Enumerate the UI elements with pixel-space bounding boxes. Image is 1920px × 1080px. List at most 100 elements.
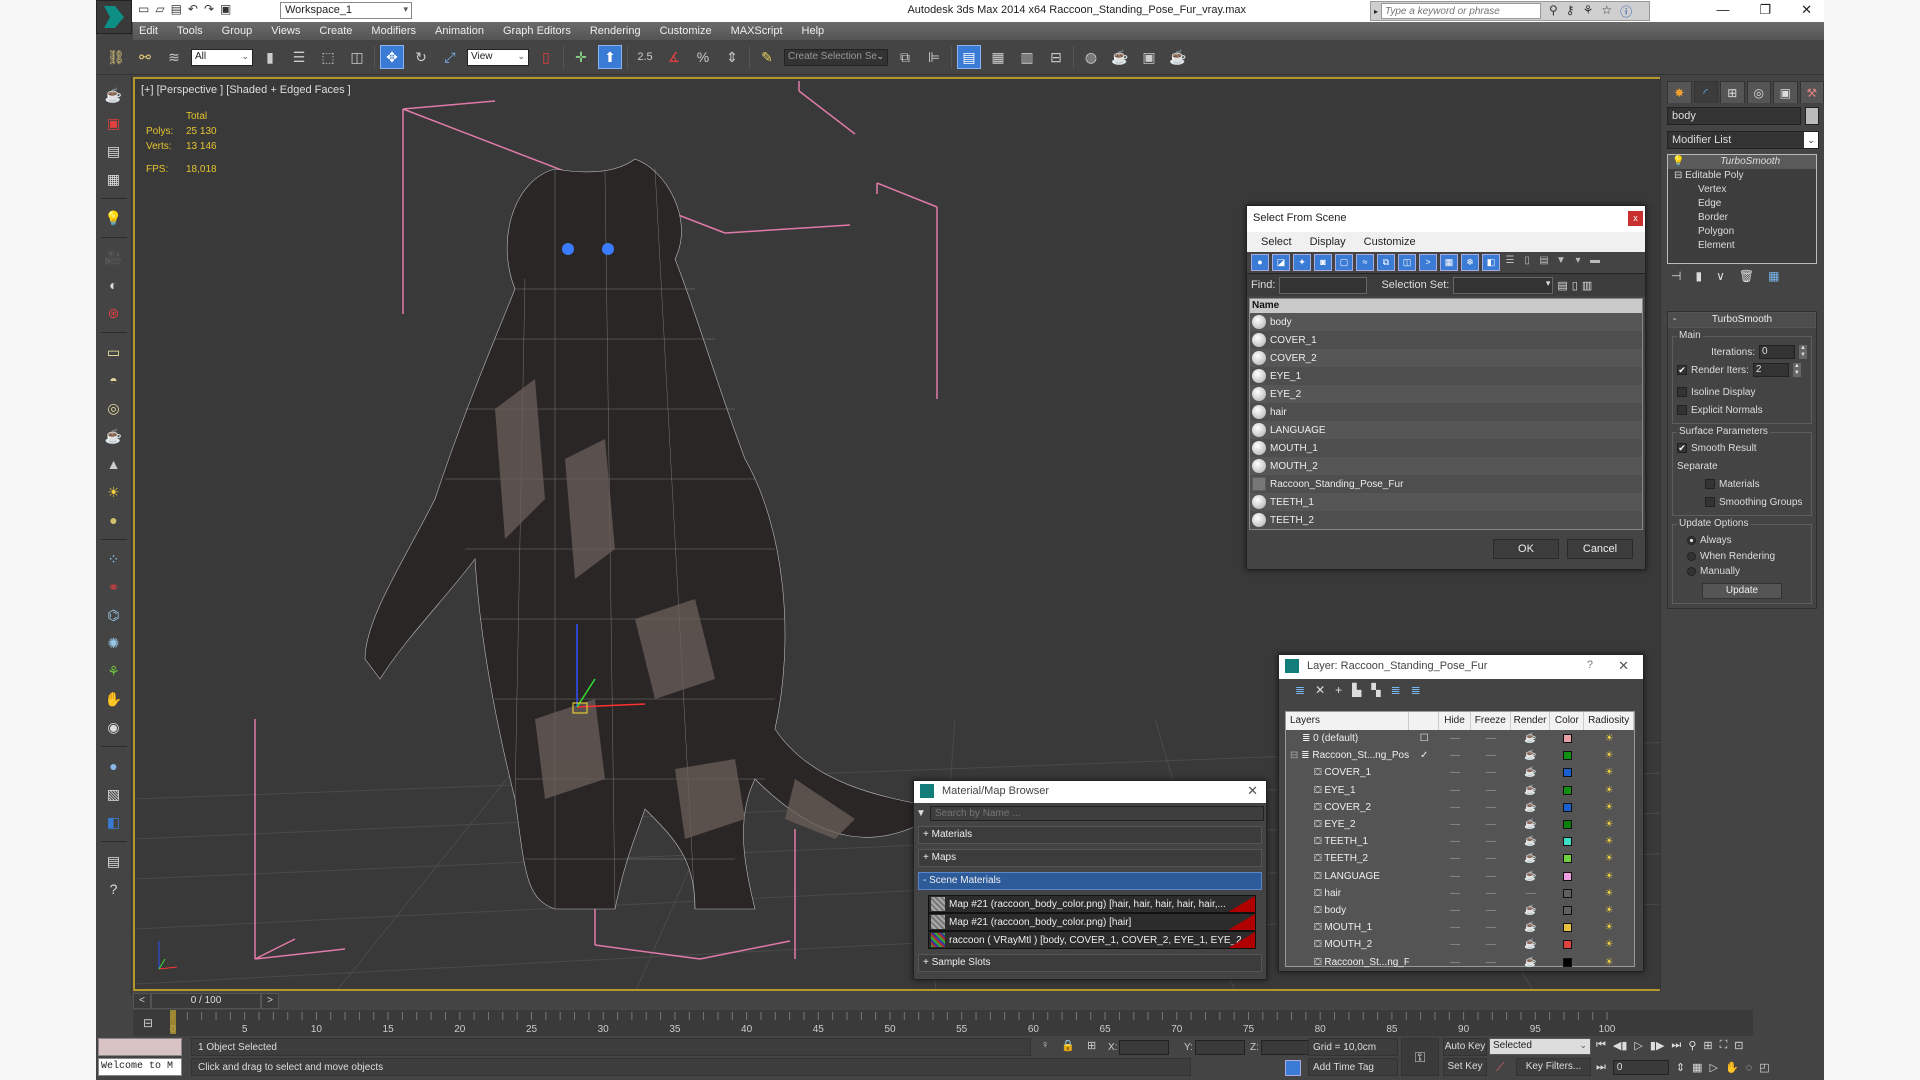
ies-light-icon[interactable]: ▲ [103, 453, 125, 475]
geometry-filter-icon[interactable]: ● [1251, 254, 1269, 271]
layer-row[interactable]: ⊟ ≣ Raccoon_St...ng_Pose ✓ — — ☕ ☀ [1286, 747, 1634, 764]
add-to-layer-icon[interactable]: + [1335, 683, 1342, 697]
layer-row[interactable]: ⛋ Raccoon_St...ng_F — — ☕ ☀ [1286, 953, 1634, 970]
render-teapot-icon[interactable]: ☕ [1511, 836, 1551, 847]
lightbulb-icon[interactable]: 💡 [1672, 155, 1684, 169]
show-end-result-icon[interactable]: ▮ [1695, 269, 1702, 283]
layer-row[interactable]: ⛋ EYE_1— — ☕ ☀ [1286, 782, 1634, 799]
radiosity-sun-icon[interactable]: ☀ [1584, 819, 1634, 830]
column-header-render[interactable]: Render [1511, 712, 1551, 730]
radiosity-sun-icon[interactable]: ☀ [1584, 836, 1634, 847]
percent-snap-icon[interactable]: % [691, 45, 715, 69]
freeze-toggle[interactable]: — [1471, 922, 1511, 933]
layer-row[interactable]: ≣ 0 (default) ☐ — — ☕ ☀ [1286, 730, 1634, 747]
layer-row[interactable]: ⛋ TEETH_1— — ☕ ☀ [1286, 833, 1634, 850]
selection-filter-dropdown[interactable]: All ⌄ [191, 48, 253, 66]
render-settings-icon[interactable]: ▤ [103, 140, 125, 162]
close-button[interactable]: x [1628, 211, 1643, 226]
field-of-view-icon[interactable]: ▷ [1710, 1061, 1718, 1074]
manipulate-icon[interactable]: ✛ [569, 45, 593, 69]
radiosity-sun-icon[interactable]: ☀ [1584, 802, 1634, 813]
cameras-filter-icon[interactable]: ◙ [1314, 254, 1332, 271]
layer-color-cell[interactable] [1551, 854, 1585, 864]
rectangular-selection-icon[interactable]: ⬚ [316, 45, 340, 69]
fur-icon[interactable]: ⌬ [103, 604, 125, 626]
angle-snap-icon[interactable]: ∡ [662, 45, 686, 69]
invert-display-icon[interactable]: ▤ [1537, 255, 1551, 270]
pivot-center-icon[interactable]: ▯ [534, 45, 558, 69]
current-layer-toggle[interactable]: ✓ [1409, 750, 1439, 761]
maxscript-mini-listener[interactable]: Welcome to M [98, 1058, 182, 1076]
motion-tab-icon[interactable]: ◎ [1746, 81, 1771, 103]
spacewarps-filter-icon[interactable]: ≈ [1356, 254, 1374, 271]
object-list-row[interactable]: MOUTH_2 [1250, 457, 1642, 475]
default-in-out-tangent-icon[interactable]: ⟋ [1496, 1060, 1504, 1075]
scene-material-item[interactable]: Map #21 (raccoon_body_color.png) [hair] [928, 913, 1256, 931]
layer-manager-icon[interactable]: ▤ [957, 45, 981, 69]
render-teapot-icon[interactable]: ☕ [1511, 922, 1551, 933]
camera-red-icon[interactable]: ⊛ [103, 302, 125, 324]
freeze-toggle[interactable]: — [1471, 905, 1511, 916]
dialog-title-bar[interactable]: Layer: Raccoon_Standing_Pose_Fur ? ✕ [1279, 655, 1643, 679]
sun-light-icon[interactable]: ☀ [103, 481, 125, 503]
time-tag-icon[interactable] [1285, 1060, 1301, 1076]
satellite-icon[interactable]: ⚘ [1583, 3, 1594, 20]
render-setup-icon[interactable]: ☕ [1108, 45, 1132, 69]
current-layer-toggle[interactable]: ☐ [1409, 733, 1439, 744]
layer-color-cell[interactable] [1550, 751, 1584, 761]
object-list-row[interactable]: LANGUAGE [1250, 421, 1642, 439]
radiosity-sun-icon[interactable]: ☀ [1584, 733, 1634, 744]
render-teapot-icon[interactable]: ☕ [1511, 871, 1551, 882]
stack-subobject-element[interactable]: Element [1668, 239, 1816, 253]
time-slider-thumb[interactable]: 0 / 100 [151, 993, 261, 1009]
teapot-render-icon[interactable]: ☕ [103, 84, 125, 106]
section-scene-materials[interactable]: - Scene Materials [918, 872, 1262, 890]
ribbon-toggle-icon[interactable]: ▥ [1015, 45, 1039, 69]
pin-stack-icon[interactable]: ⊣ [1671, 269, 1681, 283]
layer-color-swatch[interactable] [1562, 854, 1572, 864]
menu-views[interactable]: Views [271, 25, 300, 37]
layer-color-swatch[interactable] [1562, 888, 1572, 898]
menu-modifiers[interactable]: Modifiers [371, 25, 416, 37]
layer-color-swatch[interactable] [1562, 785, 1572, 795]
remove-modifier-icon[interactable]: 🗑 [1739, 269, 1754, 283]
menu-help[interactable]: Help [802, 25, 825, 37]
track-bar[interactable]: ⊟ 05101520253035404550556065707580859095… [133, 1010, 1753, 1036]
hair-fur-icon[interactable]: ✋ [103, 688, 125, 710]
material-editor-icon[interactable]: ◍ [1079, 45, 1103, 69]
column-header-radiosity[interactable]: Radiosity [1584, 712, 1634, 730]
freeze-toggle[interactable]: — [1471, 802, 1511, 813]
prev-frame-button[interactable]: < [133, 993, 151, 1009]
time-slider[interactable]: < 0 / 100 > [133, 992, 1753, 1010]
render-teapot-icon[interactable]: ☕ [1511, 785, 1551, 796]
freeze-toggle[interactable]: — [1471, 871, 1511, 882]
display-all-icon[interactable]: ☰ [1503, 255, 1517, 270]
pan-view-icon[interactable]: ✋ [1725, 1061, 1739, 1074]
object-list-row[interactable]: Raccoon_Standing_Pose_Fur [1250, 475, 1642, 493]
hide-toggle[interactable]: — [1439, 819, 1471, 830]
render-off-toggle[interactable]: — [1511, 888, 1551, 899]
grass-icon[interactable]: ⚘ [103, 660, 125, 682]
freeze-all-icon[interactable]: ≣ [1411, 683, 1421, 697]
reference-coordinate-dropdown[interactable]: View ⌄ [467, 48, 529, 66]
bones-filter-icon[interactable]: > [1419, 254, 1437, 271]
layer-row[interactable]: ⛋ TEETH_2— — ☕ ☀ [1286, 850, 1634, 867]
render-teapot-icon[interactable]: ☕ [1511, 905, 1551, 916]
sphere-light-icon[interactable]: ◎ [103, 397, 125, 419]
vray-mtl-icon[interactable]: ● [103, 755, 125, 777]
render-teapot-icon[interactable]: ☕ [1511, 733, 1551, 744]
time-configuration-icon[interactable]: ▦ [1692, 1061, 1702, 1074]
layer-color-cell[interactable] [1551, 888, 1585, 898]
dialog-title-bar[interactable]: Select From Scene x [1247, 206, 1645, 232]
select-object-icon[interactable]: ▮ [258, 45, 282, 69]
freeze-toggle[interactable]: — [1471, 939, 1511, 950]
keyboard-shortcut-override-icon[interactable]: ⬆ [598, 45, 622, 69]
select-invert-icon[interactable]: ▥ [1582, 279, 1592, 292]
select-and-link-icon[interactable]: ⛓ [104, 45, 128, 69]
next-frame-button[interactable]: > [261, 993, 279, 1009]
go-to-start-icon[interactable]: ⏮ [1596, 1039, 1606, 1052]
spinner-arrows-icon[interactable]: ▲ ▼ [1792, 363, 1801, 377]
display-tab-icon[interactable]: ▣ [1773, 81, 1798, 103]
explicit-normals-checkbox[interactable] [1677, 405, 1687, 415]
update-when-rendering-radio[interactable] [1687, 552, 1696, 561]
